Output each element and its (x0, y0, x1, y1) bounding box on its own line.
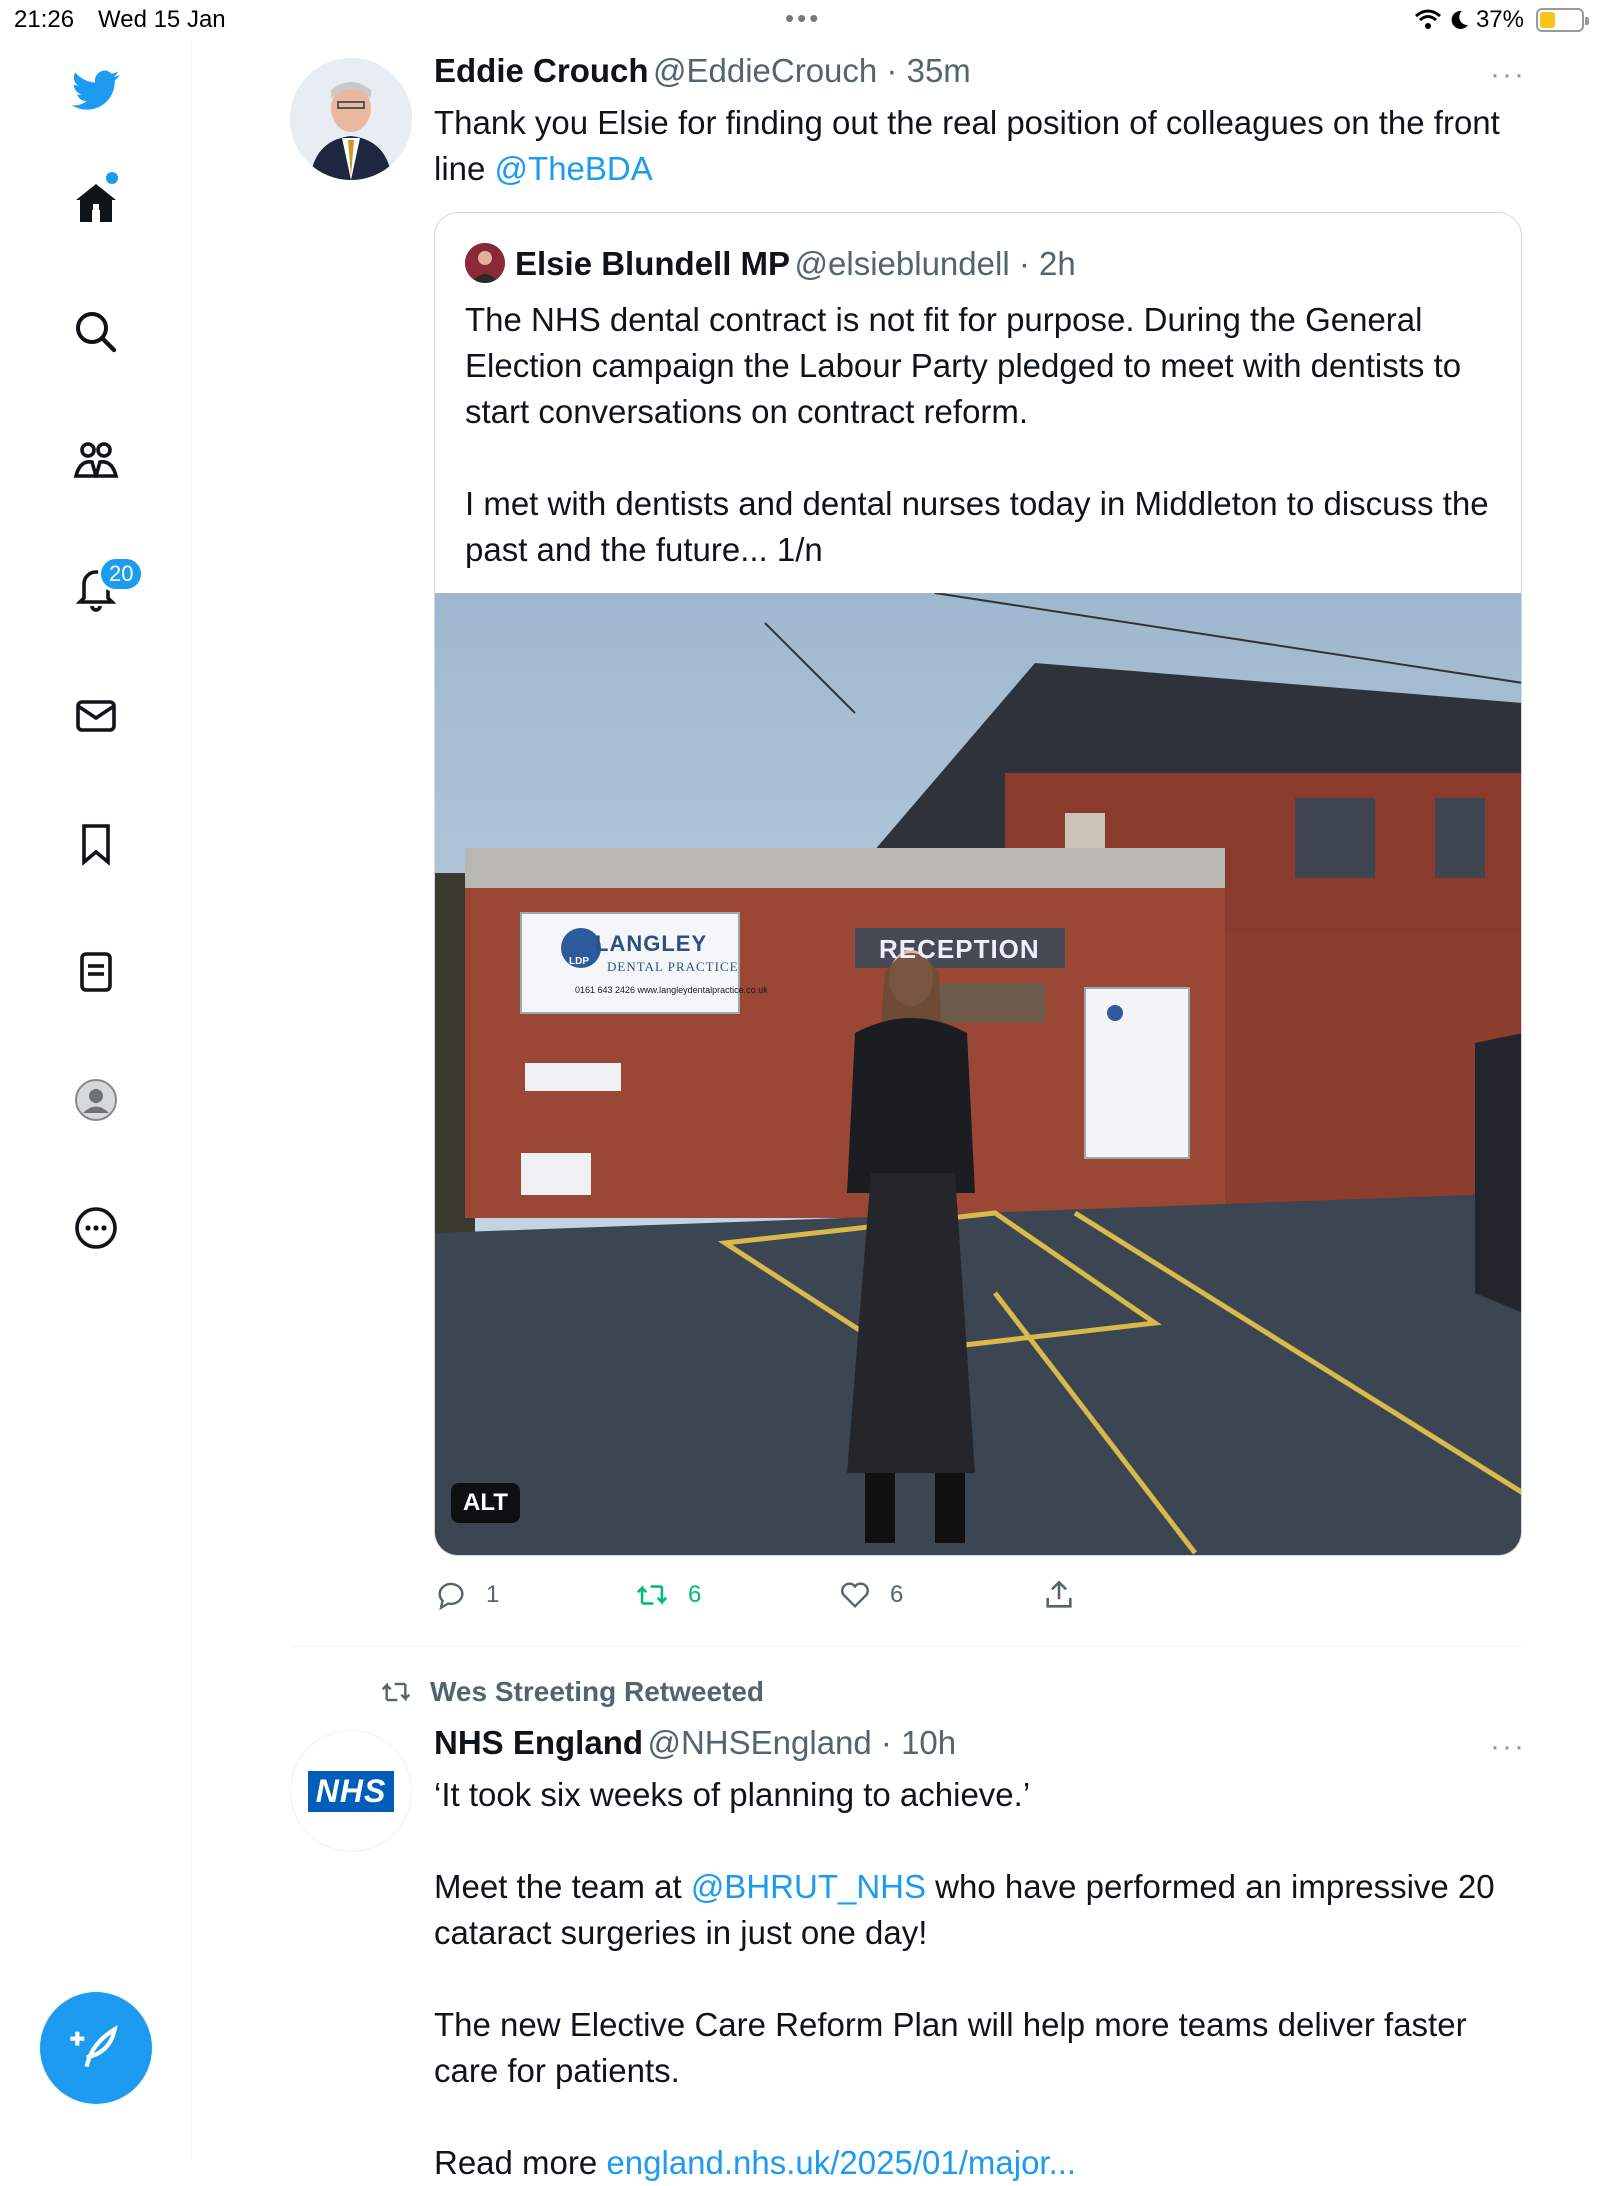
tweet2-line-1: ‘It took six weeks of planning to achiev… (434, 1776, 1031, 1813)
tweet1-mention-link[interactable]: @TheBDA (495, 150, 653, 187)
messages-icon[interactable] (68, 688, 124, 744)
tweet2-line-2: Meet the team at @BHRUT_NHS who have per… (434, 1864, 1534, 1956)
retweet-count: 6 (688, 1581, 702, 1608)
tweet1-more-icon[interactable]: ··· (1490, 58, 1526, 92)
tweet-divider (290, 1646, 1522, 1647)
battery-percent: 37% (1475, 6, 1524, 33)
separator-dot: · (877, 52, 907, 89)
quote-handle: @elsieblundell (794, 245, 1010, 282)
wifi-icon (1414, 9, 1441, 29)
notifications-badge: 20 (98, 556, 145, 592)
photo-reception-sign: RECEPTION (879, 934, 1040, 964)
reply-count: 1 (486, 1581, 500, 1608)
read-more-text: Read more (434, 2144, 607, 2181)
quote-author: Elsie Blundell MP (515, 245, 791, 282)
like-button[interactable]: 6 (838, 1578, 903, 1612)
retweet-icon (636, 1584, 668, 1606)
search-icon[interactable] (68, 304, 124, 360)
retweet-button[interactable]: 6 (634, 1578, 701, 1612)
heart-icon (841, 1582, 869, 1609)
moon-icon (1451, 10, 1468, 29)
nhs-england-avatar[interactable]: NHS (290, 1730, 412, 1852)
quoted-tweet[interactable]: Elsie Blundell MP @elsieblundell · 2h Th… (434, 212, 1522, 1556)
tweet1-handle[interactable]: @EddieCrouch (653, 52, 877, 89)
home-unread-dot (106, 172, 118, 184)
bhrut-mention-link[interactable]: @BHRUT_NHS (691, 1868, 926, 1905)
share-icon (1046, 1580, 1072, 1608)
bookmarks-icon[interactable] (68, 816, 124, 872)
lists-icon[interactable] (68, 944, 124, 1000)
svg-text:0161 643 2426 www.langleydent: 0161 643 2426 www.langleydentalpractice.… (575, 985, 768, 995)
tweet2-header: NHS England @NHSEngland · 10h (434, 1724, 956, 1762)
more-options-icon[interactable] (68, 1200, 124, 1256)
share-button[interactable] (1042, 1578, 1076, 1612)
quote-header: Elsie Blundell MP @elsieblundell · 2h (515, 245, 1076, 283)
quote-paragraph-2: I met with dentists and dental nurses to… (465, 485, 1489, 568)
retweet-icon (381, 1682, 411, 1702)
multitasking-dots-icon[interactable]: ••• (785, 5, 821, 31)
tweet1-header: Eddie Crouch @EddieCrouch · 35m (434, 52, 971, 90)
nhs-logo: NHS (307, 1770, 395, 1812)
tweet1-text: Thank you Elsie for finding out the real… (434, 100, 1514, 192)
photo-sign-logo: LDP (569, 956, 589, 967)
feather-plus-icon (70, 2025, 118, 2068)
status-date: Wed 15 Jan (98, 6, 226, 33)
separator-dot: · (1009, 245, 1039, 282)
quote-photo[interactable]: 0161 643 2426 www.langleydentalpractice.… (435, 592, 1521, 1555)
photo-sign-name: LANGLEY (595, 931, 708, 956)
alt-text-badge[interactable]: ALT (451, 1483, 520, 1523)
status-indicators: 37% (1414, 6, 1589, 34)
tweet1-author[interactable]: Eddie Crouch (434, 52, 649, 89)
reply-button[interactable]: 1 (434, 1578, 499, 1612)
tweet2-time[interactable]: 10h (901, 1724, 956, 1761)
quote-time: 2h (1038, 245, 1076, 282)
communities-icon[interactable] (68, 432, 124, 488)
retweeted-by-text[interactable]: Wes Streeting Retweeted (430, 1676, 764, 1708)
like-count: 6 (890, 1581, 904, 1608)
compose-tweet-button[interactable] (40, 1992, 152, 2104)
status-time: 21:26 (14, 6, 75, 33)
retweeted-by-row: Wes Streeting Retweeted (378, 1676, 764, 1708)
eddie-crouch-avatar[interactable] (290, 58, 412, 180)
home-icon[interactable] (68, 176, 124, 232)
battery-fill (1540, 12, 1555, 28)
tweet2-more-icon[interactable]: ··· (1490, 1730, 1526, 1764)
tweet2-author[interactable]: NHS England (434, 1724, 643, 1761)
tweet2-line-3: The new Elective Care Reform Plan will h… (434, 2006, 1467, 2089)
twitter-logo-icon[interactable] (68, 62, 124, 118)
separator-dot: · (871, 1724, 902, 1761)
profile-avatar-icon[interactable] (68, 1072, 124, 1128)
elsie-blundell-avatar (465, 243, 505, 283)
tweet2-line-4: Read more england.nhs.uk/2025/01/major..… (434, 2140, 1534, 2186)
tweet2-handle[interactable]: @NHSEngland (647, 1724, 871, 1761)
reply-icon (438, 1582, 464, 1611)
photo-sign-subtitle: DENTAL PRACTICE (607, 959, 739, 974)
status-bar: 21:26 Wed 15 Jan ••• 37% (0, 0, 1620, 40)
tweet1-time[interactable]: 35m (907, 52, 971, 89)
quote-paragraph-1: The NHS dental contract is not fit for p… (465, 301, 1462, 430)
battery-icon (1536, 8, 1589, 32)
tweet2-line-2-start: Meet the team at (434, 1868, 691, 1905)
dental-practice-photo: 0161 643 2426 www.langleydentalpractice.… (435, 592, 1521, 1555)
read-more-link[interactable]: england.nhs.uk/2025/01/major... (606, 2144, 1076, 2181)
